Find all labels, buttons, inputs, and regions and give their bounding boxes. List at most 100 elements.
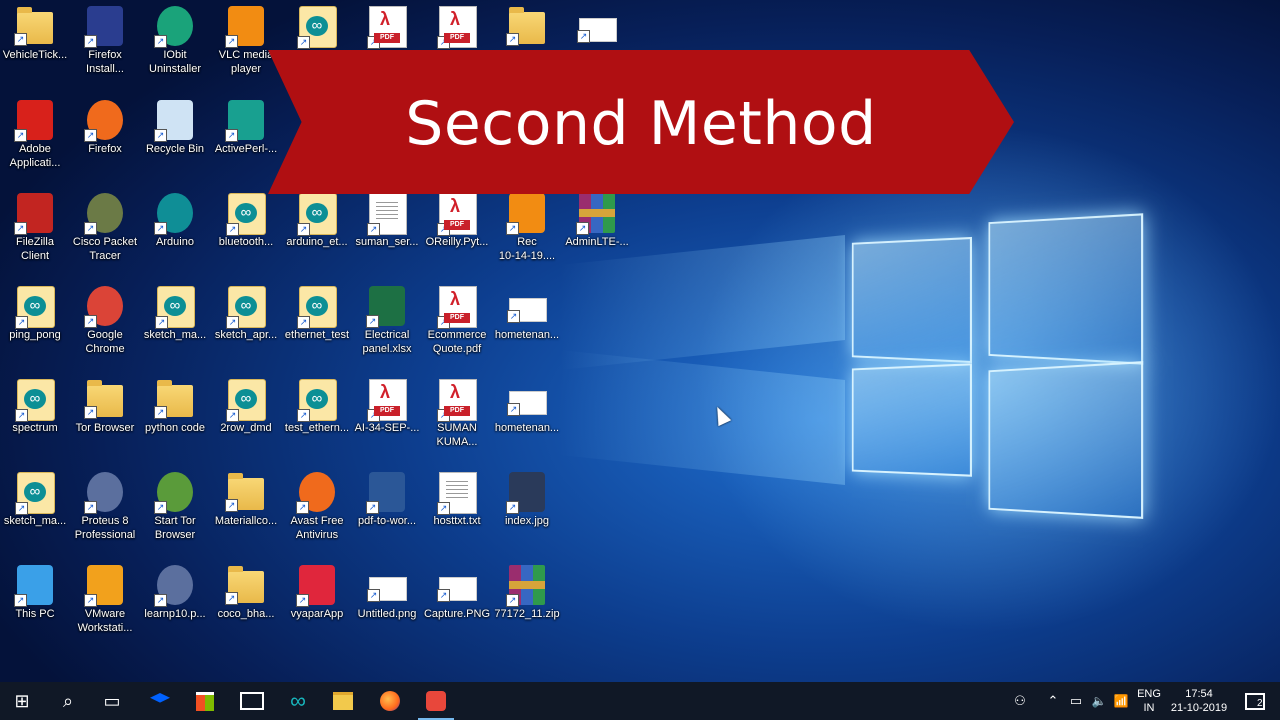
desktop-icon[interactable]: ↗ Google Chrome [70, 280, 140, 370]
language-indicator[interactable]: ENG IN [1134, 687, 1164, 715]
desktop-icon[interactable]: ↗ Start Tor Browser [140, 466, 210, 556]
desktop-icon[interactable]: ↗ Untitled.png [352, 559, 422, 649]
desktop-icon[interactable]: ↗ python code [140, 373, 210, 463]
desktop-icon[interactable]: ↗spectrum [0, 373, 70, 463]
network-button[interactable]: 📶 [1110, 682, 1132, 720]
desktop-icon[interactable]: ↗ Firefox [70, 94, 140, 184]
shortcut-arrow-icon: ↗ [154, 129, 167, 142]
desktop-icon[interactable]: ↗SUMAN KUMA... [422, 373, 492, 463]
desktop-icon[interactable]: ↗ VehicleTick... [0, 0, 70, 90]
desktop-icon[interactable]: ↗ Materiallco... [211, 466, 281, 556]
task-view-button[interactable]: ▭ [90, 682, 134, 720]
desktop-icon[interactable]: ↗ethernet_test [282, 280, 352, 370]
desktop-icon-image: ↗ [226, 379, 266, 422]
desktop-icon[interactable]: ↗ Firefox Install... [70, 0, 140, 90]
desktop-icon[interactable]: ↗ Proteus 8 Professional [70, 466, 140, 556]
desktop-icon[interactable]: ↗ hometenan... [492, 280, 562, 370]
desktop-icon-label: python code [145, 422, 205, 434]
taskbar-mail[interactable] [230, 682, 274, 720]
arduino-icon: ∞ [290, 688, 306, 713]
desktop-icon-label: VMware Workstati... [77, 608, 133, 634]
desktop-icon[interactable]: ↗ Recycle Bin [140, 94, 210, 184]
desktop-icon-label: bluetooth... [218, 236, 274, 248]
shortcut-arrow-icon: ↗ [577, 30, 590, 43]
taskbar-file-explorer[interactable] [321, 682, 365, 720]
start-button[interactable]: ⊞ [0, 682, 44, 720]
desktop-icon[interactable]: ↗ Avast Free Antivirus [282, 466, 352, 556]
dropbox-icon [150, 693, 170, 703]
desktop-icon-label: coco_bha... [217, 608, 275, 620]
desktop-icon[interactable]: ↗ pdf-to-wor... [352, 466, 422, 556]
taskbar-store[interactable] [183, 682, 227, 720]
show-hidden-icons-button[interactable]: ⌃ [1042, 682, 1064, 720]
clock[interactable]: 17:54 21-10-2019 [1166, 687, 1232, 715]
taskbar-arduino[interactable]: ∞ [276, 682, 320, 720]
chevron-up-icon: ⌃ [1047, 693, 1059, 708]
people-button[interactable]: ⚇ [1008, 682, 1032, 720]
desktop-icon[interactable]: ↗ hosttxt.txt [422, 466, 492, 556]
desktop-icon[interactable]: ↗sketch_ma... [0, 466, 70, 556]
windows-logo-pane [851, 363, 972, 477]
desktop-icon-label: Untitled.png [357, 608, 417, 620]
taskbar-screencast-app[interactable] [414, 682, 458, 720]
desktop-icon-label: 2row_dmd [220, 422, 272, 434]
search-button[interactable]: ⌕ [46, 682, 90, 720]
desktop-icon[interactable]: ↗ Cisco Packet Tracer [70, 187, 140, 277]
desktop-icon[interactable]: ↗ hometenan... [492, 373, 562, 463]
desktop-icon[interactable]: ↗sketch_apr... [211, 280, 281, 370]
desktop-icon[interactable]: ↗ FileZilla Client [0, 187, 70, 277]
desktop-icon[interactable]: ↗ suman_ser... [352, 187, 422, 277]
desktop-icon-image: ↗ [367, 193, 407, 236]
desktop-icon-label: Firefox [88, 143, 122, 155]
desktop-icon[interactable]: ↗ coco_bha... [211, 559, 281, 649]
desktop-icon[interactable]: ↗Ecommerce Quote.pdf [422, 280, 492, 370]
desktop-icon-image: ↗ [225, 100, 264, 142]
desktop-icon[interactable]: ↗ IObit Uninstaller [140, 0, 210, 90]
desktop-icon[interactable]: ↗ Rec 10-14-19.... [492, 187, 562, 277]
desktop-icon[interactable]: ↗ping_pong [0, 280, 70, 370]
desktop-icon[interactable]: ↗ learnp10.p... [140, 559, 210, 649]
desktop-icon[interactable]: ↗ AdminLTE-... [562, 187, 632, 277]
desktop-icon[interactable]: ↗ 77172_11.zip [492, 559, 562, 649]
action-center-button[interactable]: 2 [1236, 682, 1274, 720]
desktop-icon-label: Ecommerce Quote.pdf [427, 329, 487, 355]
taskbar-firefox[interactable] [368, 682, 412, 720]
shortcut-arrow-icon: ↗ [507, 310, 520, 323]
desktop-icon[interactable]: ↗ This PC [0, 559, 70, 649]
desktop-icon[interactable]: ↗sketch_ma... [140, 280, 210, 370]
desktop-icon-image: ↗ [84, 6, 123, 48]
desktop-icon-label: Adobe Applicati... [9, 143, 61, 169]
desktop-icon[interactable]: ↗ Tor Browser [70, 373, 140, 463]
desktop-icon-image: ↗ [297, 286, 337, 329]
desktop-icon-label: AdminLTE-... [565, 236, 629, 248]
desktop-icon-image: ↗ [506, 565, 545, 607]
desktop-icon[interactable]: ↗ VMware Workstati... [70, 559, 140, 649]
desktop-icon[interactable]: ↗bluetooth... [211, 187, 281, 277]
desktop-icon[interactable]: ↗ Arduino [140, 187, 210, 277]
shortcut-arrow-icon: ↗ [225, 499, 238, 512]
shortcut-arrow-icon: ↗ [225, 129, 238, 142]
desktop-icon[interactable]: ↗AI-34-SEP-... [352, 373, 422, 463]
desktop-icon[interactable]: ↗ index.jpg [492, 466, 562, 556]
desktop-icon-image: ↗ [437, 193, 477, 236]
desktop-icon[interactable]: ↗2row_dmd [211, 373, 281, 463]
desktop-icon[interactable]: ↗OReilly.Pyt... [422, 187, 492, 277]
desktop-icon[interactable]: ↗ Capture.PNG [422, 559, 492, 649]
desktop-icon-label: OReilly.Pyt... [425, 236, 489, 248]
banner-title: Second Method [405, 89, 877, 159]
battery-button[interactable]: ▭ [1065, 682, 1087, 720]
shortcut-arrow-icon: ↗ [84, 406, 97, 419]
desktop-icon[interactable]: ↗arduino_et... [282, 187, 352, 277]
shortcut-arrow-icon: ↗ [14, 222, 27, 235]
shortcut-arrow-icon: ↗ [84, 315, 97, 328]
desktop-icon[interactable]: ↗test_ethern... [282, 373, 352, 463]
desktop-icon-image: ↗ [506, 472, 545, 514]
desktop-icon-image: ↗ [297, 193, 337, 236]
taskbar-dropbox[interactable] [138, 682, 182, 720]
volume-button[interactable]: 🔈 [1088, 682, 1110, 720]
desktop-icon[interactable]: ↗ vyaparApp [282, 559, 352, 649]
desktop-icon[interactable]: ↗ Electrical panel.xlsx [352, 280, 422, 370]
desktop-icon[interactable]: ↗ Adobe Applicati... [0, 94, 70, 184]
shortcut-arrow-icon: ↗ [154, 406, 167, 419]
shortcut-arrow-icon: ↗ [154, 501, 167, 514]
